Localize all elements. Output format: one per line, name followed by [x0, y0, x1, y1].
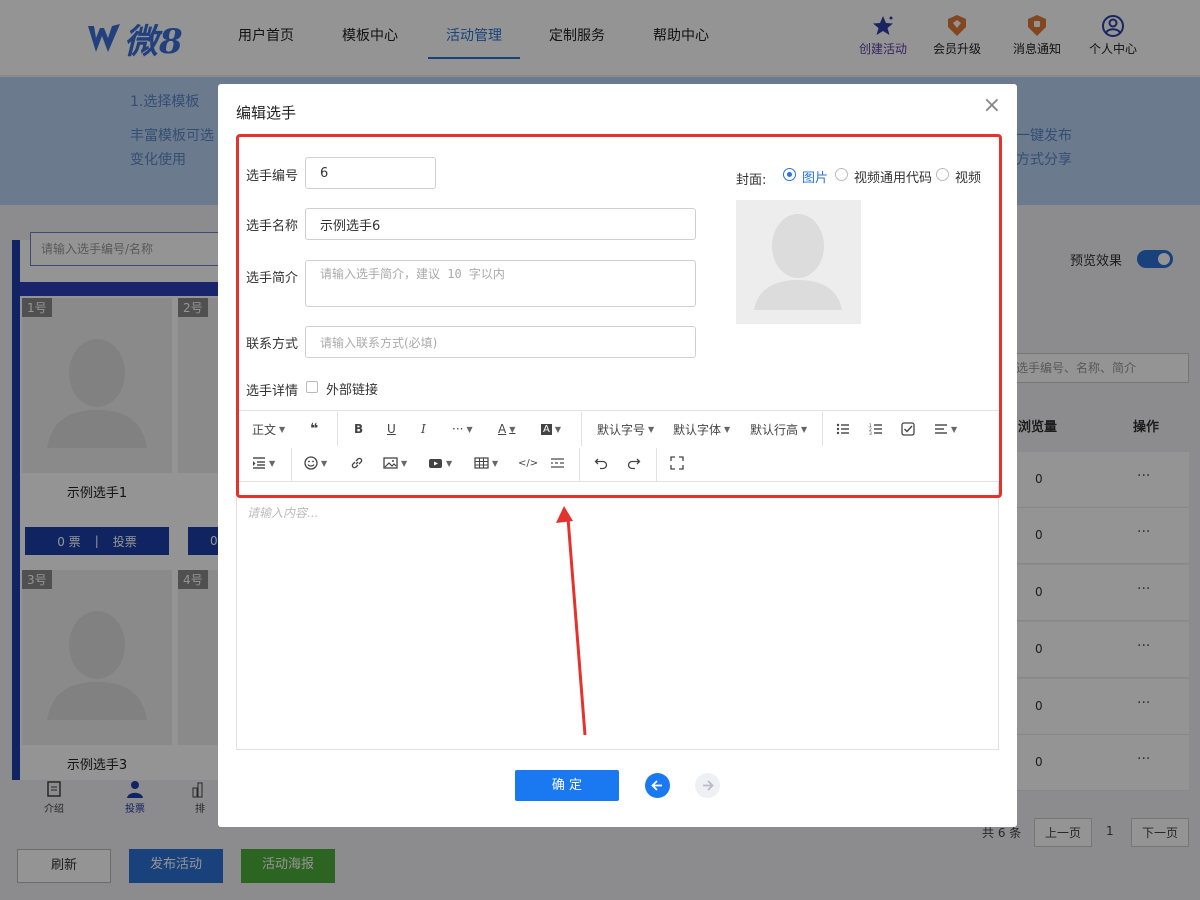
chevron-down-icon: ▼ — [554, 424, 561, 434]
toolbar-divider — [579, 448, 580, 482]
undo-icon[interactable] — [594, 453, 608, 473]
toolbar-divider — [291, 448, 292, 482]
italic-icon[interactable]: I — [421, 419, 426, 439]
edit-player-dialog: 编辑选手 × 选手编号 6 选手名称 示例选手6 选手简介 请输入选手简介，建议… — [218, 84, 1017, 827]
font-family-label: 默认字体 — [673, 422, 722, 437]
indent-icon — [253, 457, 265, 469]
paragraph-format-dropdown[interactable]: 正文 ▼ — [252, 419, 285, 439]
chevron-down-icon: ▼ — [321, 458, 328, 468]
align-dropdown[interactable]: ▼ — [934, 419, 957, 439]
align-left-icon — [935, 424, 947, 434]
video-dropdown[interactable]: ▼ — [428, 453, 452, 473]
chevron-down-icon: ▼ — [492, 458, 499, 468]
player-intro-textarea[interactable]: 请输入选手简介，建议 10 字以内 — [305, 260, 696, 307]
player-number-input[interactable]: 6 — [305, 157, 436, 189]
close-icon[interactable]: × — [983, 95, 1001, 117]
background-color-icon: A — [541, 423, 552, 435]
redo-icon[interactable] — [627, 453, 641, 473]
external-link-checkbox[interactable] — [306, 381, 318, 393]
svg-text:3: 3 — [869, 431, 872, 436]
contact-input[interactable]: 请输入联系方式(必填) — [305, 326, 696, 358]
player-name-input[interactable]: 示例选手6 — [305, 208, 696, 240]
video-icon — [429, 459, 442, 468]
table-dropdown[interactable]: ▼ — [474, 453, 498, 473]
chevron-down-icon: ▼ — [401, 458, 408, 468]
chevron-down-icon: ▼ — [801, 424, 808, 434]
confirm-button[interactable]: 确 定 — [515, 770, 619, 801]
player-number-label: 选手编号 — [246, 169, 299, 184]
rich-text-toolbar: 正文 ▼ ❝ B U I ··· ▼ A ▼ A ▼ 默认字号 ▼ 默认字体 ▼ 默认行高 ▼… — [236, 410, 999, 482]
cover-video-code-option[interactable]: 视频通用代码 — [854, 167, 932, 186]
chevron-down-icon: ▼ — [466, 424, 473, 434]
link-icon[interactable] — [350, 453, 364, 473]
cover-label: 封面: — [736, 173, 767, 188]
arrow-right-icon — [703, 780, 714, 791]
emoji-dropdown[interactable]: ▼ — [304, 453, 327, 473]
chevron-down-icon: ▼ — [951, 424, 958, 434]
chevron-down-icon: ▼ — [446, 458, 453, 468]
next-player-button[interactable] — [695, 773, 720, 798]
cover-image-radio[interactable] — [783, 168, 796, 181]
player-intro-label: 选手简介 — [246, 271, 299, 286]
chevron-down-icon: ▼ — [269, 458, 276, 468]
code-icon[interactable]: </> — [518, 453, 538, 473]
previous-player-button[interactable] — [645, 773, 670, 798]
paragraph-format-label: 正文 — [252, 422, 277, 437]
bold-icon[interactable]: B — [354, 419, 363, 439]
background-color-dropdown[interactable]: A ▼ — [541, 419, 561, 439]
dialog-title: 编辑选手 — [236, 104, 297, 122]
rich-text-editor[interactable]: 请输入内容... — [236, 482, 999, 750]
arrow-left-icon — [651, 780, 662, 791]
cover-video-code-radio[interactable] — [835, 168, 848, 181]
toolbar-divider — [822, 412, 823, 446]
line-height-dropdown[interactable]: 默认行高 ▼ — [750, 419, 807, 439]
player-name-label: 选手名称 — [246, 219, 299, 234]
fullscreen-icon[interactable] — [670, 453, 684, 473]
indent-dropdown[interactable]: ▼ — [252, 453, 275, 473]
image-dropdown[interactable]: ▼ — [383, 453, 407, 473]
emoji-icon — [304, 456, 318, 470]
font-family-dropdown[interactable]: 默认字体 ▼ — [673, 419, 730, 439]
cover-video-option[interactable]: 视频 — [955, 167, 981, 186]
font-size-dropdown[interactable]: 默认字号 ▼ — [597, 419, 654, 439]
chevron-down-icon: ▼ — [724, 424, 731, 434]
numbered-list-icon[interactable]: 123 — [869, 419, 883, 439]
chevron-down-icon: ▼ — [279, 424, 286, 434]
player-detail-label: 选手详情 — [246, 384, 299, 399]
toolbar-divider — [337, 412, 338, 446]
more-styles-dropdown[interactable]: ··· ▼ — [452, 419, 473, 439]
toolbar-divider — [656, 448, 657, 482]
bullet-list-icon[interactable] — [836, 419, 850, 439]
toolbar-divider — [581, 412, 582, 446]
underline-icon[interactable]: U — [387, 419, 396, 439]
avatar-placeholder-icon — [754, 214, 842, 310]
cover-video-radio[interactable] — [936, 168, 949, 181]
more-styles-icon: ··· — [452, 422, 464, 436]
quote-icon[interactable]: ❝ — [310, 419, 318, 439]
contact-label: 联系方式 — [246, 337, 299, 352]
cover-image-upload[interactable] — [736, 200, 861, 324]
cover-image-option[interactable]: 图片 — [802, 167, 828, 186]
chevron-down-icon: ▼ — [648, 424, 655, 434]
font-size-label: 默认字号 — [597, 422, 646, 437]
image-icon — [383, 457, 398, 469]
font-color-icon: A — [498, 422, 507, 436]
checklist-icon[interactable] — [901, 419, 915, 439]
table-icon — [474, 457, 489, 469]
font-color-dropdown[interactable]: A ▼ — [498, 419, 515, 439]
editor-placeholder: 请输入内容... — [247, 506, 319, 520]
external-link-label: 外部链接 — [326, 383, 379, 398]
divider-line-icon[interactable] — [550, 453, 565, 473]
line-height-label: 默认行高 — [750, 422, 799, 437]
chevron-down-icon: ▼ — [509, 424, 516, 434]
